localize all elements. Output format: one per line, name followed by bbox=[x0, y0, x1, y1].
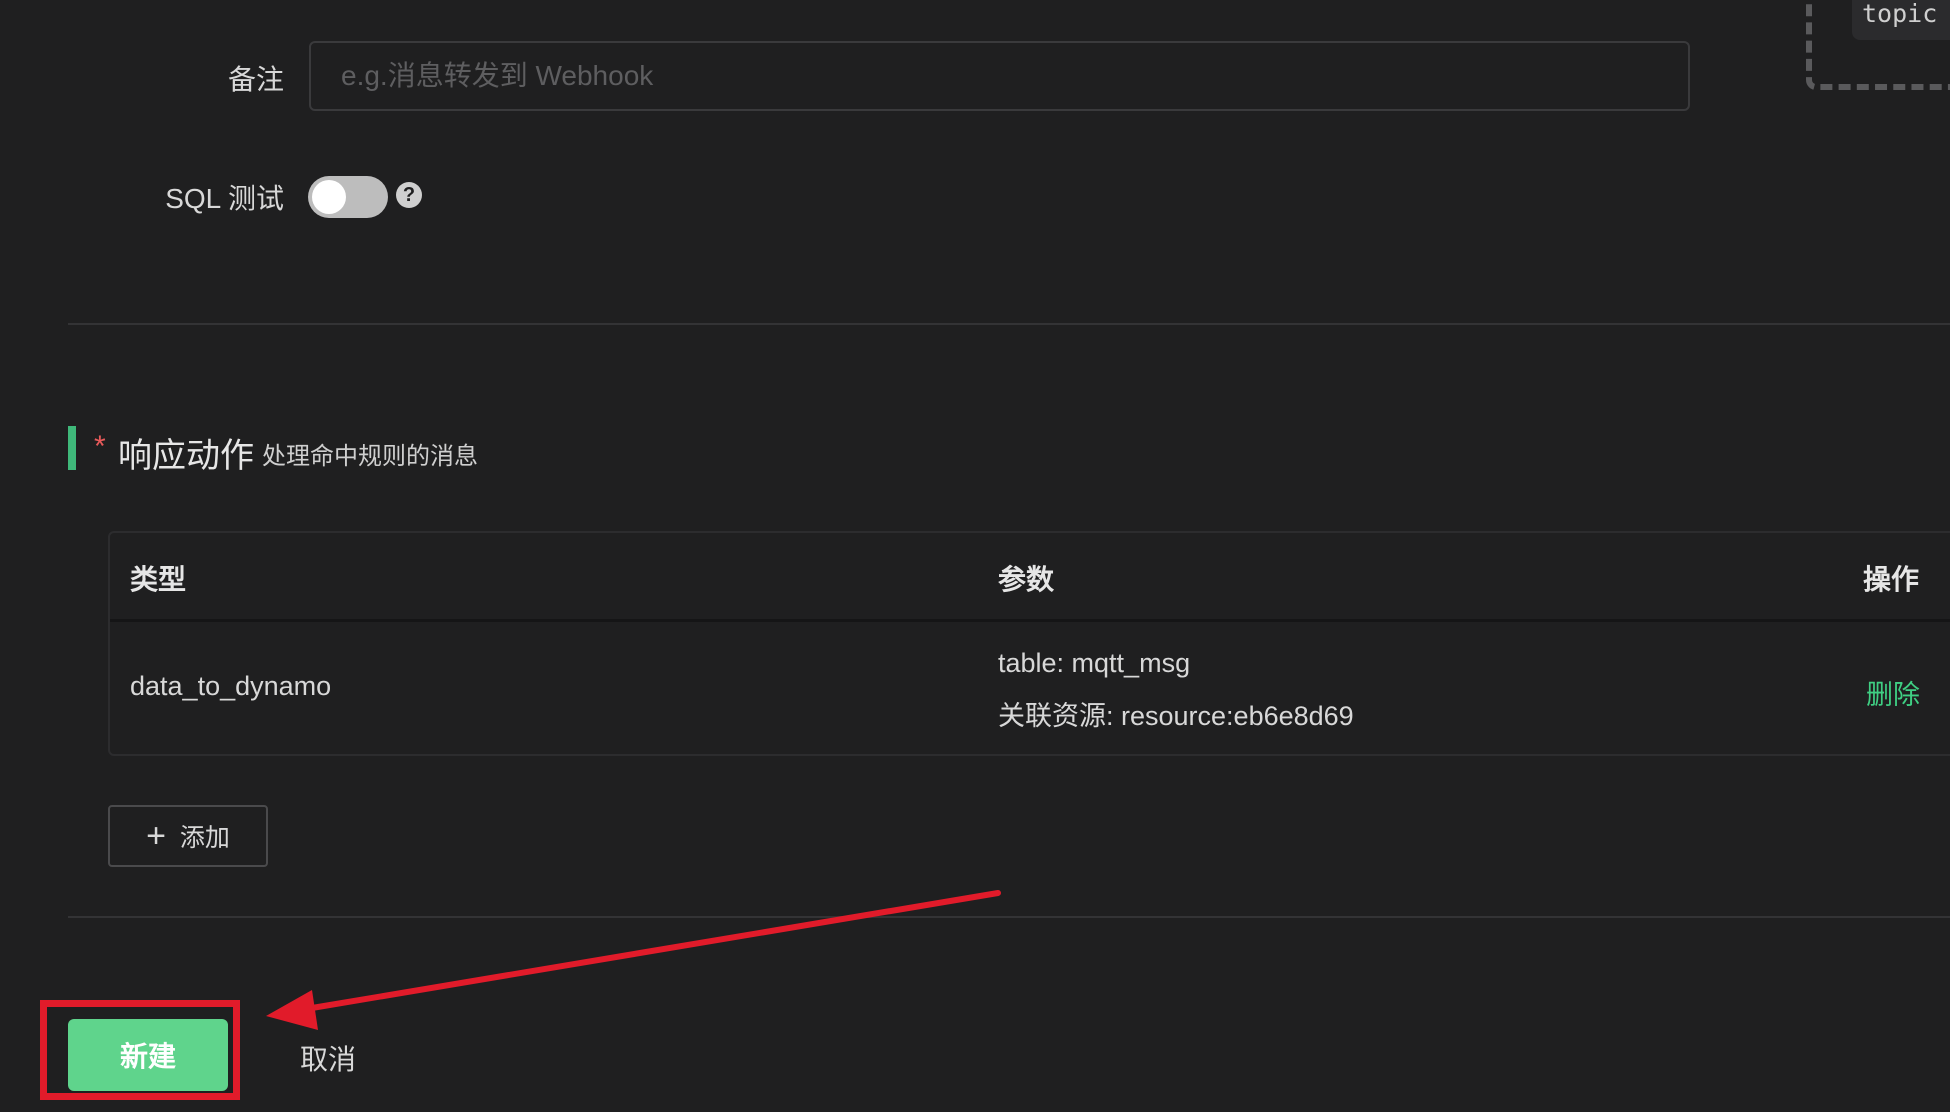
remark-input[interactable] bbox=[309, 41, 1690, 111]
column-header-params: 参数 bbox=[998, 564, 1055, 595]
column-header-operation: 操作 bbox=[1863, 564, 1920, 595]
column-header-type: 类型 bbox=[130, 564, 187, 595]
add-action-label: 添加 bbox=[179, 824, 230, 852]
remark-label: 备注 bbox=[227, 64, 284, 95]
required-mark: * bbox=[94, 430, 106, 463]
plus-icon: + bbox=[146, 817, 166, 855]
row-param-resource: 关联资源: resource:eb6e8d69 bbox=[998, 701, 1354, 731]
add-action-button[interactable]: + 添加 bbox=[108, 805, 268, 867]
cancel-button[interactable]: 取消 bbox=[300, 1038, 356, 1078]
question-circle-icon[interactable]: ? bbox=[396, 182, 422, 208]
table-header-divider bbox=[110, 619, 1950, 622]
delete-action-link[interactable]: 删除 bbox=[1866, 673, 1920, 712]
topic-tag: topic bbox=[1852, 0, 1950, 40]
row-type-cell: data_to_dynamo bbox=[130, 671, 332, 701]
toggle-knob bbox=[312, 180, 346, 214]
sql-test-label: SQL 测试 bbox=[165, 183, 284, 214]
section-title: 响应动作 bbox=[118, 437, 254, 475]
section-subtitle: 处理命中规则的消息 bbox=[262, 443, 478, 470]
row-param-table: table: mqtt_msg bbox=[998, 648, 1191, 678]
section-accent-bar bbox=[68, 426, 76, 470]
divider bbox=[68, 916, 1950, 918]
divider bbox=[68, 323, 1950, 325]
sql-test-toggle[interactable] bbox=[308, 176, 388, 218]
annotation-highlight-box bbox=[40, 1000, 240, 1100]
